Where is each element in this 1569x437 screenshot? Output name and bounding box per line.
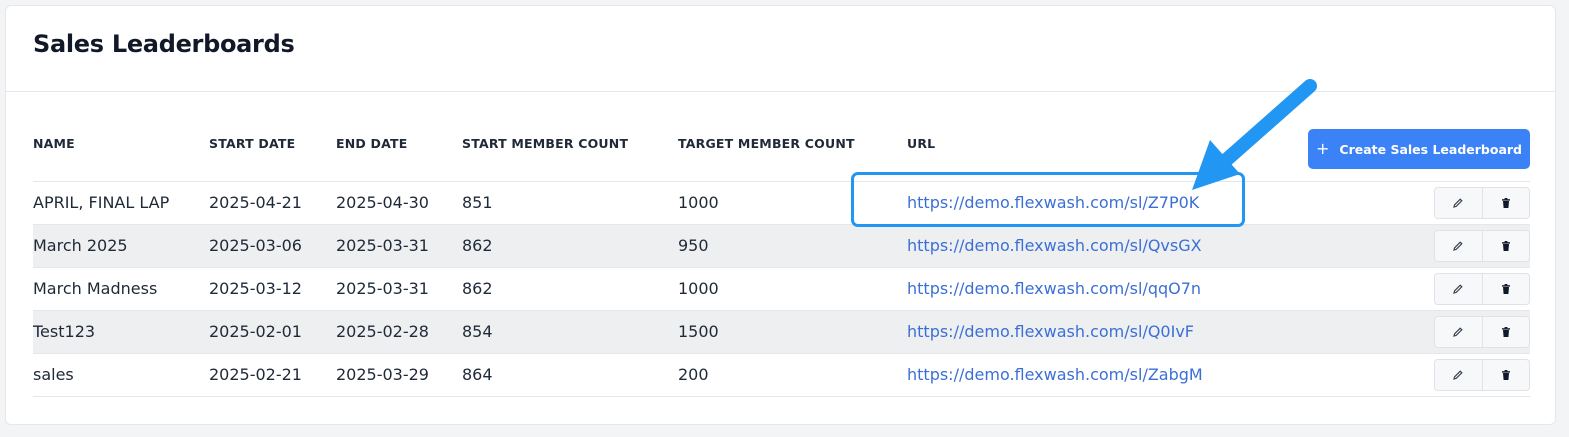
table-row: sales 2025-02-21 2025-03-29 864 200 http…	[33, 353, 1530, 397]
cell-target-member-count: 950	[678, 236, 709, 255]
pencil-icon	[1453, 370, 1463, 380]
page-title: Sales Leaderboards	[33, 30, 295, 58]
row-actions	[1434, 316, 1530, 348]
cell-start-member-count: 864	[462, 365, 493, 384]
cell-target-member-count: 1000	[678, 193, 719, 212]
cell-start-date: 2025-03-12	[209, 279, 302, 298]
cell-start-member-count: 854	[462, 322, 493, 341]
cell-end-date: 2025-02-28	[336, 322, 429, 341]
pencil-icon	[1453, 284, 1463, 294]
cell-start-date: 2025-04-21	[209, 193, 302, 212]
cell-end-date: 2025-03-31	[336, 279, 429, 298]
delete-button[interactable]	[1481, 317, 1530, 347]
trash-icon	[1501, 241, 1510, 251]
create-sales-leaderboard-button[interactable]: + Create Sales Leaderboard	[1308, 129, 1530, 169]
table-row: March Madness 2025-03-12 2025-03-31 862 …	[33, 267, 1530, 310]
column-header-end-date: END DATE	[336, 136, 408, 151]
delete-button[interactable]	[1481, 231, 1530, 261]
cell-start-date: 2025-02-01	[209, 322, 302, 341]
column-header-target-member-count: TARGET MEMBER COUNT	[678, 136, 855, 151]
cell-start-member-count: 862	[462, 236, 493, 255]
trash-icon	[1501, 370, 1510, 380]
edit-button[interactable]	[1435, 274, 1482, 304]
cell-start-date: 2025-02-21	[209, 365, 302, 384]
cell-target-member-count: 1500	[678, 322, 719, 341]
leaderboard-url-link[interactable]: https://demo.flexwash.com/sl/QvsGX	[907, 236, 1202, 255]
pencil-icon	[1453, 241, 1463, 251]
cell-start-member-count: 862	[462, 279, 493, 298]
delete-button[interactable]	[1481, 274, 1530, 304]
column-header-start-member-count: START MEMBER COUNT	[462, 136, 629, 151]
column-header-url: URL	[907, 136, 936, 151]
edit-button[interactable]	[1435, 231, 1482, 261]
delete-button[interactable]	[1481, 188, 1530, 218]
cell-name: March 2025	[33, 236, 128, 255]
cell-end-date: 2025-04-30	[336, 193, 429, 212]
plus-icon: +	[1315, 139, 1330, 158]
cell-name: Test123	[33, 322, 96, 341]
leaderboard-url-link[interactable]: https://demo.flexwash.com/sl/Q0IvF	[907, 322, 1194, 341]
trash-icon	[1501, 284, 1510, 294]
cell-end-date: 2025-03-31	[336, 236, 429, 255]
row-actions	[1434, 359, 1530, 391]
create-button-label: Create Sales Leaderboard	[1339, 141, 1522, 157]
row-actions	[1434, 273, 1530, 305]
column-header-name: NAME	[33, 136, 75, 151]
cell-target-member-count: 200	[678, 365, 709, 384]
leaderboard-url-link[interactable]: https://demo.flexwash.com/sl/Z7P0K	[907, 193, 1199, 212]
leaderboard-url-link[interactable]: https://demo.flexwash.com/sl/qqO7n	[907, 279, 1201, 298]
cell-end-date: 2025-03-29	[336, 365, 429, 384]
cell-start-member-count: 851	[462, 193, 493, 212]
edit-button[interactable]	[1435, 188, 1482, 218]
leaderboard-url-link[interactable]: https://demo.flexwash.com/sl/ZabgM	[907, 365, 1203, 384]
trash-icon	[1501, 327, 1510, 337]
column-header-start-date: START DATE	[209, 136, 296, 151]
card-header: Sales Leaderboards	[6, 6, 1555, 92]
cell-name: March Madness	[33, 279, 158, 298]
cell-name: APRIL, FINAL LAP	[33, 193, 170, 212]
cell-start-date: 2025-03-06	[209, 236, 302, 255]
edit-button[interactable]	[1435, 360, 1482, 390]
pencil-icon	[1453, 327, 1463, 337]
table-row: March 2025 2025-03-06 2025-03-31 862 950…	[33, 224, 1530, 267]
cell-target-member-count: 1000	[678, 279, 719, 298]
table-row: APRIL, FINAL LAP 2025-04-21 2025-04-30 8…	[33, 181, 1530, 224]
pencil-icon	[1453, 198, 1463, 208]
row-actions	[1434, 187, 1530, 219]
trash-icon	[1501, 198, 1510, 208]
row-actions	[1434, 230, 1530, 262]
cell-name: sales	[33, 365, 74, 384]
table-row: Test123 2025-02-01 2025-02-28 854 1500 h…	[33, 310, 1530, 353]
edit-button[interactable]	[1435, 317, 1482, 347]
delete-button[interactable]	[1481, 360, 1530, 390]
